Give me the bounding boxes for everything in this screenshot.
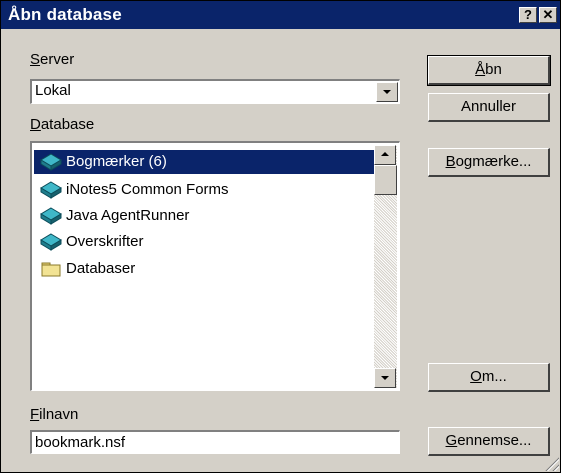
scroll-thumb[interactable] bbox=[374, 165, 397, 195]
chevron-down-icon bbox=[383, 90, 391, 94]
scroll-up-button[interactable] bbox=[374, 145, 396, 165]
list-item[interactable]: Overskrifter bbox=[34, 230, 374, 254]
resize-grip[interactable] bbox=[543, 455, 559, 471]
help-button[interactable]: ? bbox=[519, 7, 537, 23]
filename-label: Filnavn bbox=[30, 406, 79, 423]
database-icon bbox=[40, 153, 62, 171]
dialog-title: Åbn database bbox=[8, 5, 122, 24]
close-button[interactable]: ✕ bbox=[539, 7, 557, 23]
list-item[interactable]: Java AgentRunner bbox=[34, 204, 374, 228]
list-item[interactable]: Databaser bbox=[34, 257, 374, 281]
scroll-down-button[interactable] bbox=[374, 368, 396, 388]
server-dropdown-button[interactable] bbox=[376, 82, 398, 102]
chevron-down-icon bbox=[381, 376, 389, 380]
bookmark-button[interactable]: Bogmærke... bbox=[428, 148, 550, 177]
database-list[interactable]: Bogmærker (6) iNotes5 Common Forms Java … bbox=[30, 141, 400, 391]
database-icon bbox=[40, 233, 62, 251]
item-label: Overskrifter bbox=[66, 233, 144, 250]
help-icon: ? bbox=[524, 7, 532, 22]
item-label: Java AgentRunner bbox=[66, 207, 190, 224]
server-label: Server bbox=[30, 51, 75, 68]
chevron-up-icon bbox=[381, 152, 389, 156]
title-bar[interactable]: Åbn database ? ✕ bbox=[1, 1, 560, 29]
browse-button[interactable]: Gennemse... bbox=[428, 427, 550, 456]
list-item[interactable]: iNotes5 Common Forms bbox=[34, 178, 374, 202]
open-button[interactable]: Åbn bbox=[427, 55, 551, 86]
database-icon bbox=[40, 207, 62, 225]
server-select[interactable]: Lokal bbox=[30, 79, 400, 104]
folder-icon bbox=[41, 262, 61, 277]
server-value: Lokal bbox=[35, 82, 71, 99]
database-label: Database bbox=[30, 116, 95, 133]
close-icon: ✕ bbox=[542, 7, 554, 22]
item-label: Databaser bbox=[66, 260, 136, 277]
list-scrollbar[interactable] bbox=[374, 145, 397, 388]
about-button[interactable]: Om... bbox=[428, 363, 550, 392]
item-label: Bogmærker (6) bbox=[66, 153, 167, 170]
item-label: iNotes5 Common Forms bbox=[66, 181, 229, 198]
cancel-button[interactable]: Annuller bbox=[428, 93, 550, 122]
database-icon bbox=[40, 181, 62, 199]
list-item[interactable]: Bogmærker (6) bbox=[34, 150, 374, 174]
filename-field[interactable]: bookmark.nsf bbox=[30, 430, 400, 454]
open-database-dialog: Åbn database ? ✕ Server Lokal Database B… bbox=[0, 0, 561, 473]
